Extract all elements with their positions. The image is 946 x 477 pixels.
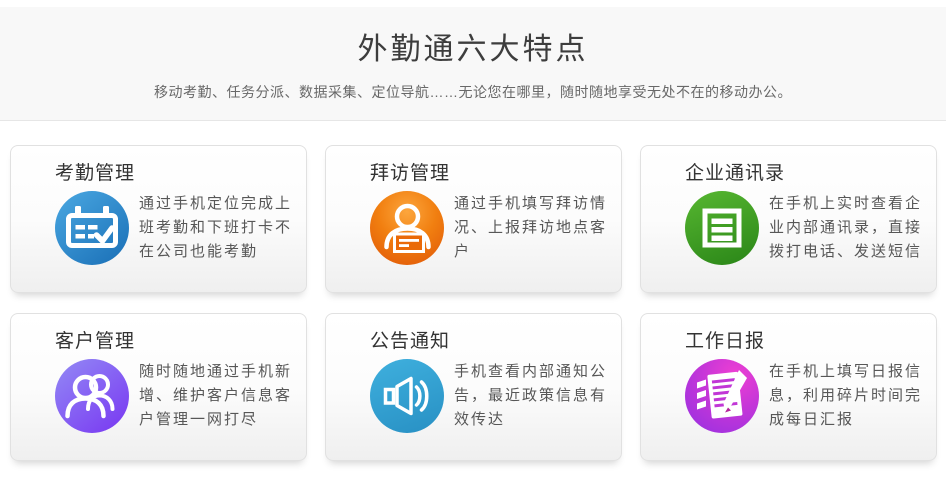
report-pen-icon — [685, 359, 759, 433]
feature-card-announcement: 公告通知 手机查看内部通知公告，最近政策信息有效传达 — [325, 313, 622, 461]
speaker-icon — [370, 359, 444, 433]
feature-body: 通过手机定位完成上班考勤和下班打卡不在公司也能考勤 — [55, 191, 294, 265]
page-title: 外勤通六大特点 — [0, 32, 946, 68]
feature-card-daily-report: 工作日报 — [640, 313, 937, 461]
feature-title: 工作日报 — [685, 330, 924, 354]
features-grid: 考勤管理 通过手机定位完成上班考勤和下班打卡不在公司也能考勤 拜访管理 — [0, 121, 946, 461]
customer-group-icon — [55, 359, 129, 433]
feature-title: 公告通知 — [370, 330, 609, 354]
calendar-check-icon — [55, 191, 129, 265]
feature-body: 在手机上填写日报信息，利用碎片时间完成每日汇报 — [685, 359, 924, 433]
feature-title: 拜访管理 — [370, 162, 609, 186]
feature-description: 通过手机填写拜访情况、上报拜访地点客户 — [454, 192, 609, 264]
feature-body: 随时随地通过手机新增、维护客户信息客户管理一网打尽 — [55, 359, 294, 433]
feature-title: 考勤管理 — [55, 162, 294, 186]
feature-card-visit: 拜访管理 通过手机填写拜访情况、上报拜访地点客户 — [325, 145, 622, 293]
feature-card-directory: 企业通讯录 在手机上实时查看企业内部通讯录，直接拨打电话、发送短信 — [640, 145, 937, 293]
feature-title: 客户管理 — [55, 330, 294, 354]
feature-description: 通过手机定位完成上班考勤和下班打卡不在公司也能考勤 — [139, 192, 294, 264]
page-header: 外勤通六大特点 移动考勤、任务分派、数据采集、定位导航……无论您在哪里，随时随地… — [0, 7, 946, 121]
feature-body: 在手机上实时查看企业内部通讯录，直接拨打电话、发送短信 — [685, 191, 924, 265]
feature-body: 手机查看内部通知公告，最近政策信息有效传达 — [370, 359, 609, 433]
contact-list-icon — [685, 191, 759, 265]
feature-body: 通过手机填写拜访情况、上报拜访地点客户 — [370, 191, 609, 265]
feature-description: 在手机上实时查看企业内部通讯录，直接拨打电话、发送短信 — [769, 192, 924, 264]
feature-card-attendance: 考勤管理 通过手机定位完成上班考勤和下班打卡不在公司也能考勤 — [10, 145, 307, 293]
visitor-card-icon — [370, 191, 444, 265]
feature-description: 手机查看内部通知公告，最近政策信息有效传达 — [454, 360, 609, 432]
page-subtitle: 移动考勤、任务分派、数据采集、定位导航……无论您在哪里，随时随地享受无处不在的移… — [0, 82, 946, 102]
feature-description: 在手机上填写日报信息，利用碎片时间完成每日汇报 — [769, 360, 924, 432]
feature-description: 随时随地通过手机新增、维护客户信息客户管理一网打尽 — [139, 360, 294, 432]
feature-card-customer: 客户管理 随时随地通过手机新增、维护客户信息客户管理一网打尽 — [10, 313, 307, 461]
feature-title: 企业通讯录 — [685, 162, 924, 186]
